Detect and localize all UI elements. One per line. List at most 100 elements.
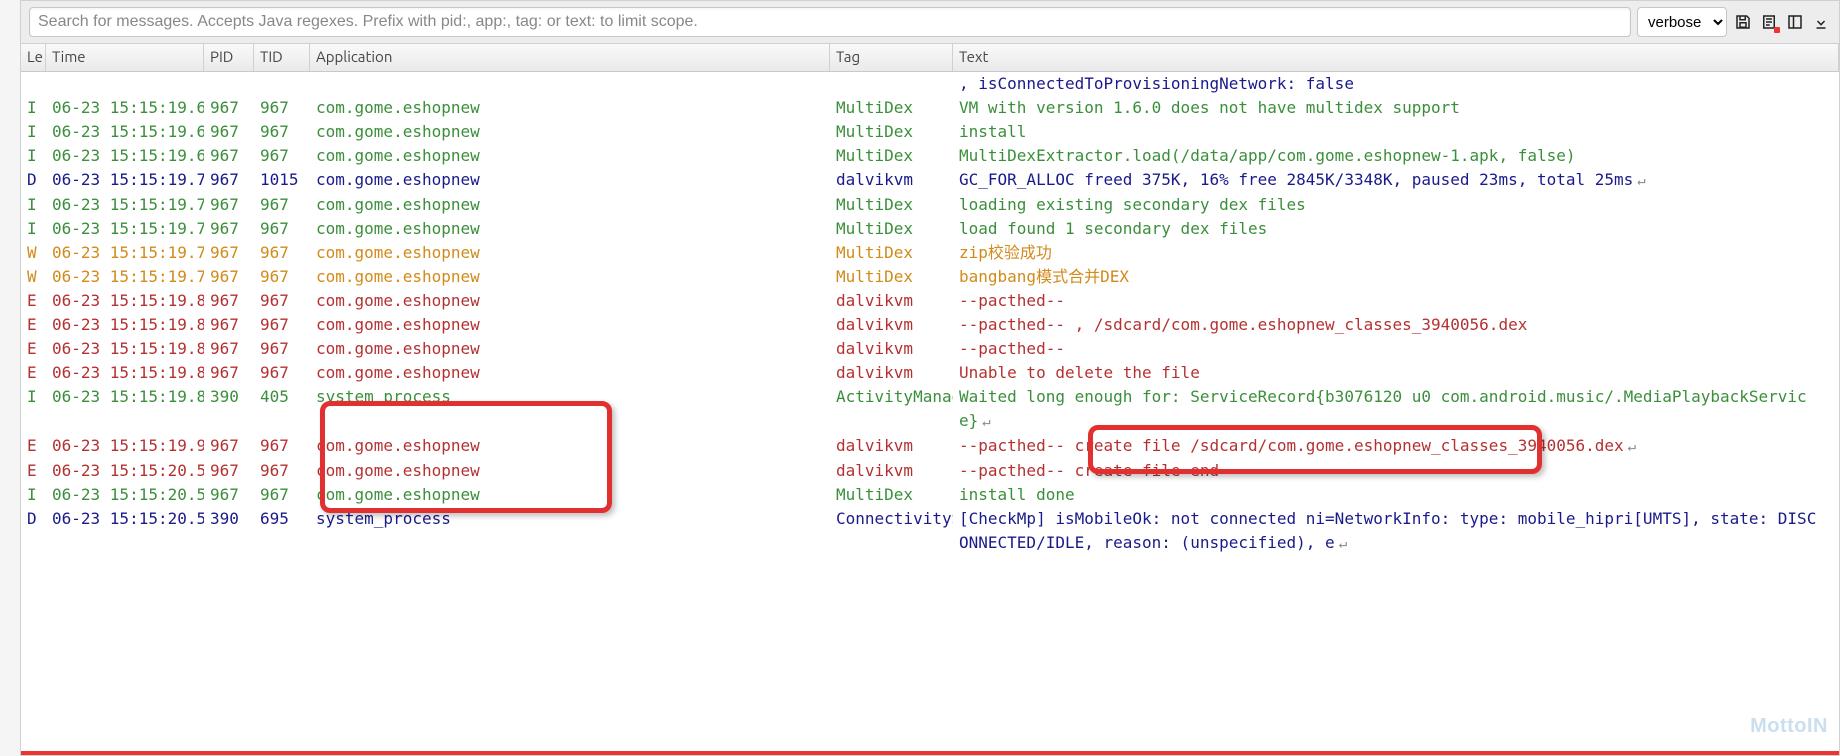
log-row[interactable]: E06-23 15:15:20.56967967com.gome.eshopne… xyxy=(21,459,1839,483)
log-row[interactable]: D06-23 15:15:20.51390695system_processCo… xyxy=(21,507,1839,556)
save-icon[interactable] xyxy=(1733,12,1753,32)
level-select[interactable]: verbose xyxy=(1637,7,1727,37)
log-tag: dalvikvm xyxy=(830,313,953,337)
log-row[interactable]: W06-23 15:15:19.77967967com.gome.eshopne… xyxy=(21,241,1839,265)
log-level: E xyxy=(21,434,46,459)
log-application: com.gome.eshopnew xyxy=(310,313,830,337)
log-tid: 967 xyxy=(254,434,310,459)
log-level: I xyxy=(21,385,46,434)
log-level: E xyxy=(21,337,46,361)
header-tag[interactable]: Tag xyxy=(830,44,953,71)
log-row[interactable]: E06-23 15:15:19.82967967com.gome.eshopne… xyxy=(21,289,1839,313)
log-row[interactable]: E06-23 15:15:19.82967967com.gome.eshopne… xyxy=(21,313,1839,337)
log-tag: MultiDex xyxy=(830,120,953,144)
log-time: 06-23 15:15:20.51 xyxy=(46,507,204,556)
log-application: com.gome.eshopnew xyxy=(310,144,830,168)
log-row[interactable]: I06-23 15:15:19.74967967com.gome.eshopne… xyxy=(21,193,1839,217)
log-text: --pacthed-- create file /sdcard/com.gome… xyxy=(953,434,1839,459)
log-row[interactable]: E06-23 15:15:19.82967967com.gome.eshopne… xyxy=(21,337,1839,361)
log-tag: MultiDex xyxy=(830,241,953,265)
log-text: VM with version 1.6.0 does not have mult… xyxy=(953,96,1839,120)
log-level: D xyxy=(21,507,46,556)
log-row[interactable]: I06-23 15:15:19.62967967com.gome.eshopne… xyxy=(21,120,1839,144)
logcat-panel: verbose Le Time PID TID Application xyxy=(20,0,1840,756)
log-time: 06-23 15:15:19.67 xyxy=(46,144,204,168)
log-text: GC_FOR_ALLOC freed 375K, 16% free 2845K/… xyxy=(953,168,1839,193)
log-tid: 967 xyxy=(254,120,310,144)
log-row[interactable]: D06-23 15:15:19.739671015com.gome.eshopn… xyxy=(21,168,1839,193)
header-application[interactable]: Application xyxy=(310,44,830,71)
log-row[interactable]: I06-23 15:15:19.84390405system_processAc… xyxy=(21,385,1839,434)
log-application: com.gome.eshopnew xyxy=(310,337,830,361)
log-row[interactable]: I06-23 15:15:19.77967967com.gome.eshopne… xyxy=(21,217,1839,241)
log-level: E xyxy=(21,361,46,385)
log-tid: 967 xyxy=(254,483,310,507)
log-tag: dalvikvm xyxy=(830,337,953,361)
log-pid: 967 xyxy=(204,434,254,459)
log-tid: 967 xyxy=(254,193,310,217)
log-pid: 967 xyxy=(204,241,254,265)
log-pid: 967 xyxy=(204,120,254,144)
log-application: com.gome.eshopnew xyxy=(310,193,830,217)
log-text: --pacthed-- create file end xyxy=(953,459,1839,483)
log-time: 06-23 15:15:19.62 xyxy=(46,120,204,144)
header-time[interactable]: Time xyxy=(46,44,204,71)
log-level: I xyxy=(21,120,46,144)
log-text: load found 1 secondary dex files xyxy=(953,217,1839,241)
log-text: Unable to delete the file xyxy=(953,361,1839,385)
header-tid[interactable]: TID xyxy=(254,44,310,71)
header-level[interactable]: Le xyxy=(21,44,46,71)
log-application: com.gome.eshopnew xyxy=(310,217,830,241)
header-pid[interactable]: PID xyxy=(204,44,254,71)
log-tid: 1015 xyxy=(254,168,310,193)
log-tid: 967 xyxy=(254,96,310,120)
log-time: 06-23 15:15:20.56 xyxy=(46,483,204,507)
log-application: com.gome.eshopnew xyxy=(310,96,830,120)
log-text: loading existing secondary dex files xyxy=(953,193,1839,217)
log-level: I xyxy=(21,144,46,168)
log-tid: 967 xyxy=(254,289,310,313)
log-tag: ConnectivityS xyxy=(830,507,953,556)
log-pid: 967 xyxy=(204,144,254,168)
log-time: 06-23 15:15:19.77 xyxy=(46,217,204,241)
log-level: E xyxy=(21,289,46,313)
log-text: , isConnectedToProvisioningNetwork: fals… xyxy=(953,72,1839,96)
log-tag: dalvikvm xyxy=(830,289,953,313)
log-time: 06-23 15:15:19.82 xyxy=(46,289,204,313)
log-application: com.gome.eshopnew xyxy=(310,241,830,265)
log-tag: MultiDex xyxy=(830,217,953,241)
log-tag: MultiDex xyxy=(830,483,953,507)
log-level: D xyxy=(21,168,46,193)
toolbar: verbose xyxy=(21,1,1839,44)
bottom-red-bar xyxy=(21,751,1839,755)
log-text: Waited long enough for: ServiceRecord{b3… xyxy=(953,385,1839,434)
log-row[interactable]: I06-23 15:15:19.67967967com.gome.eshopne… xyxy=(21,144,1839,168)
clear-log-icon[interactable] xyxy=(1759,12,1779,32)
log-time: 06-23 15:15:19.77 xyxy=(46,241,204,265)
log-time: 06-23 15:15:19.77 xyxy=(46,265,204,289)
log-time: 06-23 15:15:20.56 xyxy=(46,459,204,483)
log-tag: MultiDex xyxy=(830,144,953,168)
log-row[interactable]: W06-23 15:15:19.77967967com.gome.eshopne… xyxy=(21,265,1839,289)
column-headers: Le Time PID TID Application Tag Text xyxy=(21,44,1839,72)
log-level: E xyxy=(21,459,46,483)
log-tag: dalvikvm xyxy=(830,434,953,459)
log-row[interactable]: I06-23 15:15:19.62967967com.gome.eshopne… xyxy=(21,96,1839,120)
log-tid: 967 xyxy=(254,361,310,385)
log-time: 06-23 15:15:19.84 xyxy=(46,385,204,434)
log-application: com.gome.eshopnew xyxy=(310,168,830,193)
log-application: system_process xyxy=(310,385,830,434)
search-input[interactable] xyxy=(29,7,1631,37)
log-tag: dalvikvm xyxy=(830,361,953,385)
log-pid: 967 xyxy=(204,265,254,289)
log-tag: MultiDex xyxy=(830,265,953,289)
header-text[interactable]: Text xyxy=(953,44,1839,71)
log-row[interactable]: E06-23 15:15:19.95967967com.gome.eshopne… xyxy=(21,434,1839,459)
scroll-end-icon[interactable] xyxy=(1811,12,1831,32)
layout-icon[interactable] xyxy=(1785,12,1805,32)
log-pid: 967 xyxy=(204,289,254,313)
log-row[interactable]: I06-23 15:15:20.56967967com.gome.eshopne… xyxy=(21,483,1839,507)
log-body[interactable]: , isConnectedToProvisioningNetwork: fals… xyxy=(21,72,1839,755)
log-pid: 967 xyxy=(204,459,254,483)
log-row[interactable]: E06-23 15:15:19.82967967com.gome.eshopne… xyxy=(21,361,1839,385)
